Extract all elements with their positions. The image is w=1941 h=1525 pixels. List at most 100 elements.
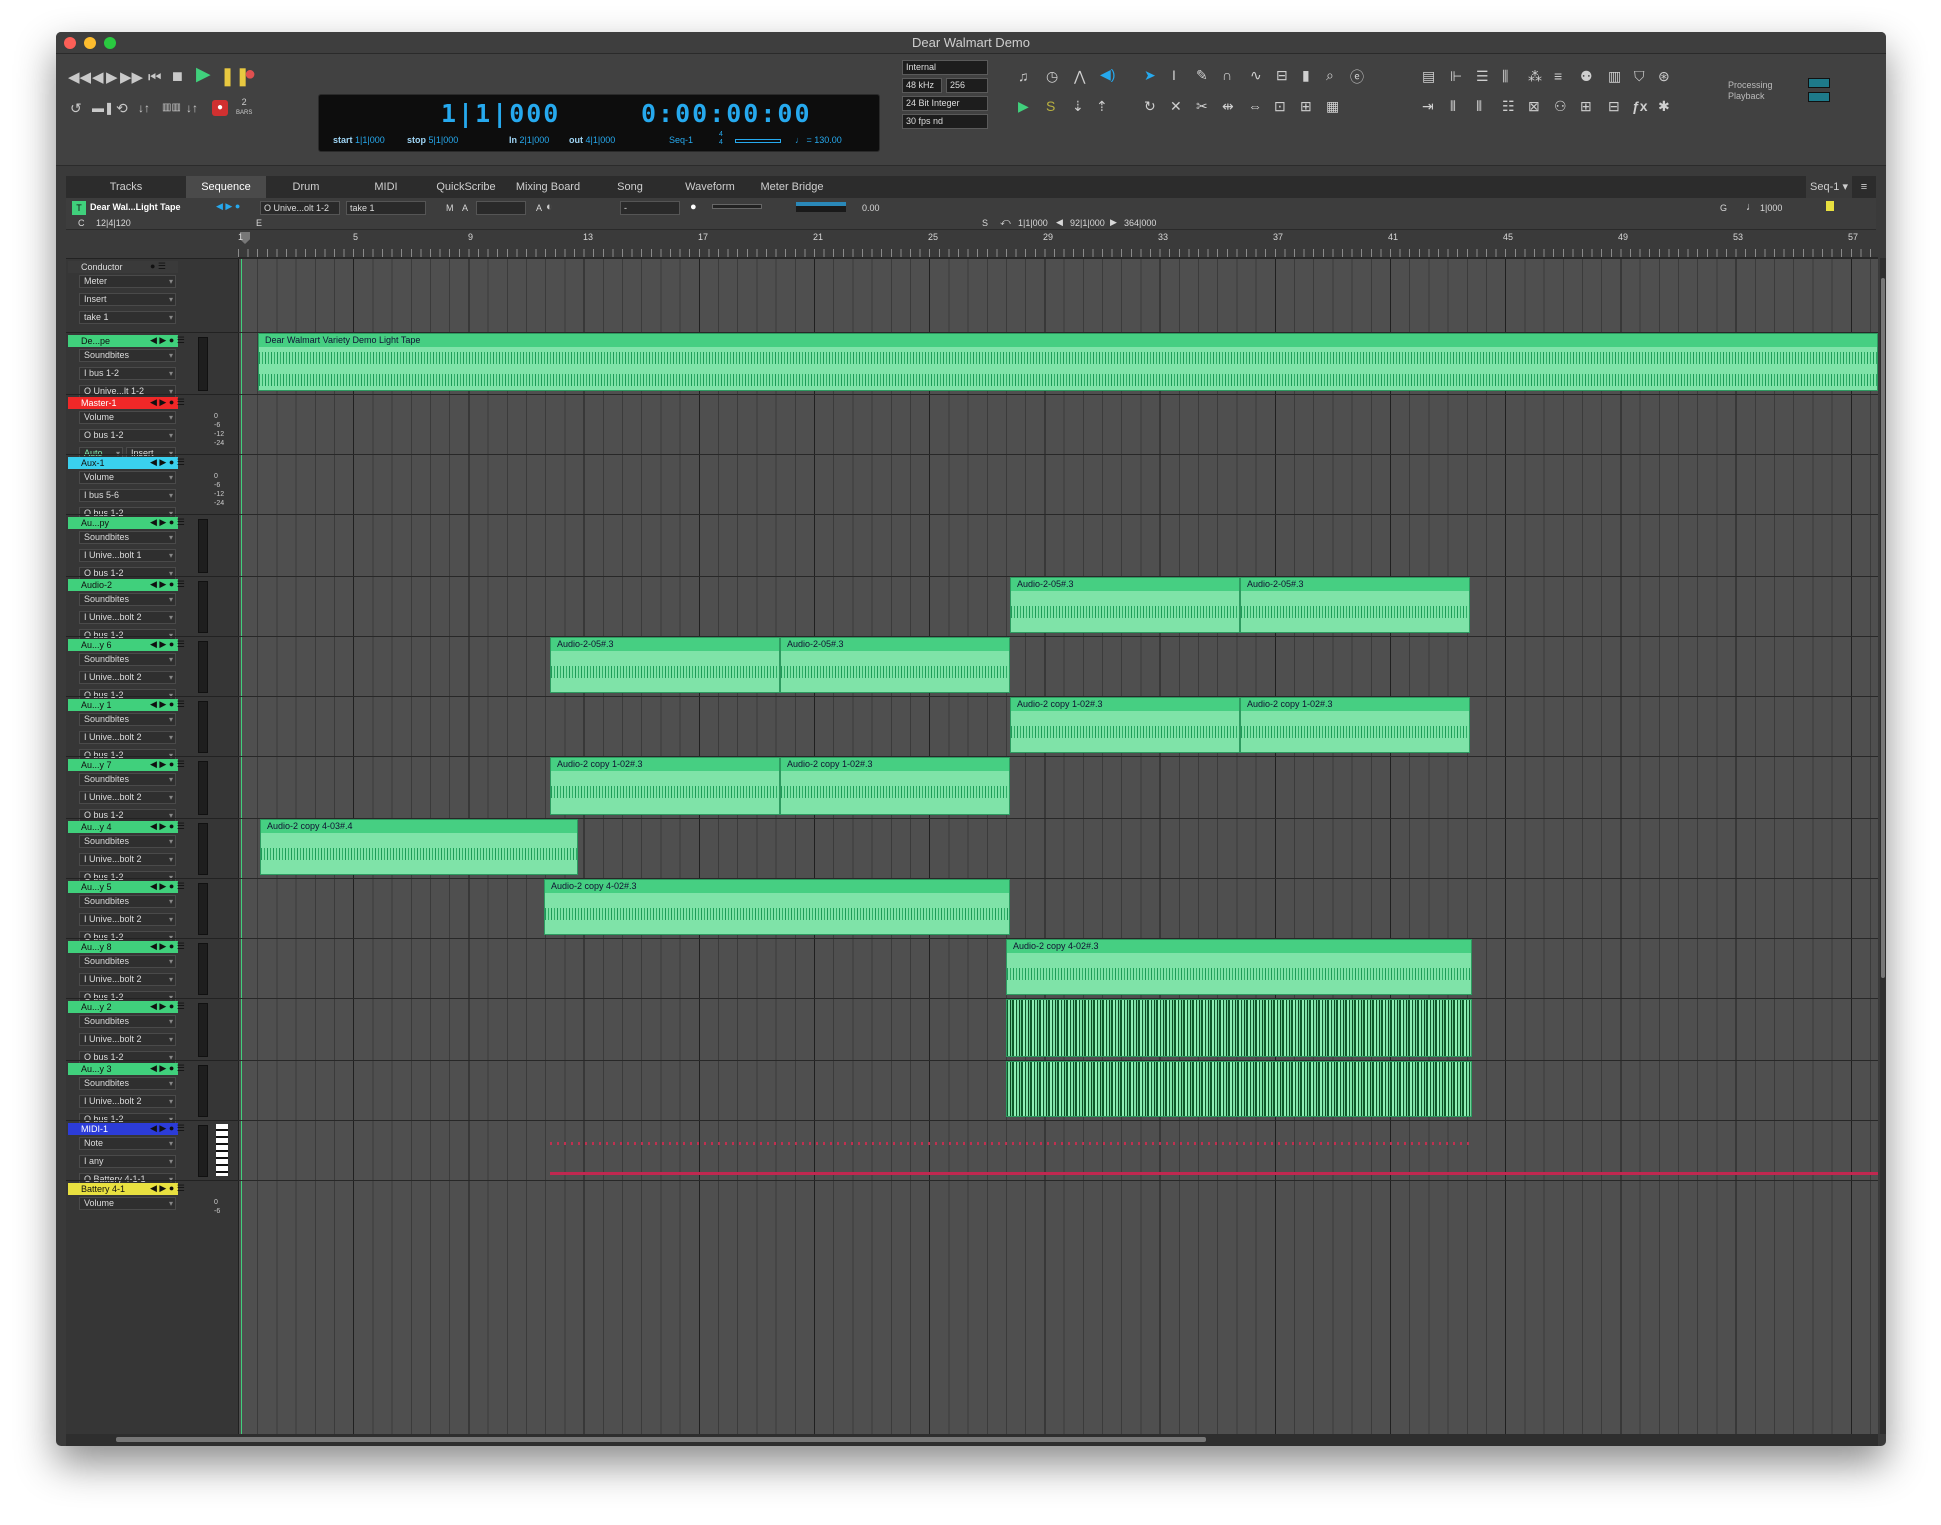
track-lane[interactable]: [238, 1180, 1878, 1220]
track-slot[interactable]: Meter: [79, 275, 176, 288]
tab-mixing-board[interactable]: Mixing Board: [506, 176, 590, 198]
locate-icon[interactable]: ⤺: [1000, 217, 1011, 228]
auto-label[interactable]: A: [462, 203, 468, 213]
punch-icon[interactable]: ▬❚: [92, 100, 114, 116]
track-row[interactable]: Au...py◀ ▶ ● ☰SoundbitesI Unive...bolt 1…: [66, 514, 238, 580]
mute-label[interactable]: M: [446, 203, 454, 213]
play-cursor-icon[interactable]: ▶: [1018, 98, 1029, 115]
track-row[interactable]: Au...y 2◀ ▶ ● ☰SoundbitesI Unive...bolt …: [66, 998, 238, 1064]
sample-rate[interactable]: 48 kHz: [902, 78, 942, 93]
track-slot[interactable]: Volume: [79, 411, 176, 424]
audio-clip[interactable]: Audio-2 copy 4-03#.4: [260, 819, 578, 875]
track-row[interactable]: Conductor● ☰MeterInserttake 1: [66, 258, 238, 332]
pointer-tool-icon[interactable]: ➤: [1144, 67, 1156, 84]
sub-counter[interactable]: 0:00:00:00: [641, 99, 812, 128]
solo-icon[interactable]: S: [1046, 98, 1055, 114]
track-row[interactable]: Au...y 1◀ ▶ ● ☰SoundbitesI Unive...bolt …: [66, 696, 238, 762]
track-controls-icon[interactable]: ◀ ▶ ● ☰: [150, 1123, 185, 1134]
zoom-tool-icon[interactable]: ⌕: [1326, 67, 1334, 84]
track-slot[interactable]: Soundbites: [79, 895, 176, 908]
close-window-button[interactable]: [64, 37, 76, 49]
track-row[interactable]: Au...y 8◀ ▶ ● ☰SoundbitesI Unive...bolt …: [66, 938, 238, 1004]
tab-midi[interactable]: MIDI: [346, 176, 426, 198]
track-setting-field[interactable]: [476, 201, 526, 215]
track-controls-icon[interactable]: ◀ ▶ ● ☰: [150, 1001, 185, 1012]
marker-flag-icon[interactable]: [1826, 201, 1834, 211]
undo-icon[interactable]: ↺: [70, 100, 82, 116]
spread-icon[interactable]: ⇹: [1222, 98, 1234, 115]
track-row[interactable]: Aux-1◀ ▶ ● ☰VolumeI bus 5-6O bus 1-20-6-…: [66, 454, 238, 520]
track-row[interactable]: Au...y 7◀ ▶ ● ☰SoundbitesI Unive...bolt …: [66, 756, 238, 822]
curve-tool-icon[interactable]: ∩: [1222, 67, 1232, 83]
track-controls-icon[interactable]: ◀ ▶ ● ☰: [150, 517, 185, 528]
metronome-icon[interactable]: ♫: [1018, 68, 1029, 84]
track-row[interactable]: Au...y 6◀ ▶ ● ☰SoundbitesI Unive...bolt …: [66, 636, 238, 702]
audio-clip[interactable]: Audio-2 copy 1-02#.3: [780, 757, 1010, 815]
quantize-icon[interactable]: ▦: [1326, 98, 1339, 115]
minimize-window-button[interactable]: [84, 37, 96, 49]
zoom-window-button[interactable]: [104, 37, 116, 49]
track-slot[interactable]: I Unive...bolt 2: [79, 731, 176, 744]
track-slot[interactable]: Soundbites: [79, 1077, 176, 1090]
audio-clip[interactable]: Audio-2-05#.3: [1010, 577, 1240, 633]
buffer-size[interactable]: 256: [946, 78, 988, 93]
track-controls-icon[interactable]: ◀ ▶ ● ☰: [150, 457, 185, 468]
redo-icon[interactable]: ↻: [1144, 98, 1156, 115]
grid-value[interactable]: 1|000: [1760, 203, 1782, 213]
track-row[interactable]: De...pe◀ ▶ ● ☰SoundbitesI bus 1-2O Unive…: [66, 332, 238, 398]
track-controls-icon[interactable]: ◀ ▶ ● ☰: [150, 941, 185, 952]
track-slot[interactable]: I Unive...bolt 2: [79, 671, 176, 684]
audition-tool-icon[interactable]: ⓔ: [1350, 67, 1364, 87]
track-slot[interactable]: O bus 1-2: [79, 429, 176, 442]
count-in-icon[interactable]: ↓↑: [186, 100, 198, 116]
main-counter[interactable]: 1|1|000: [441, 99, 560, 128]
track-controls-icon[interactable]: ◀ ▶ ● ☰: [150, 759, 185, 770]
bit-depth[interactable]: 24 Bit Integer: [902, 96, 988, 111]
list-icon[interactable]: ≡: [1554, 68, 1562, 84]
offset-field[interactable]: -: [620, 201, 680, 215]
e-label[interactable]: E: [256, 218, 262, 228]
merge-icon[interactable]: ⇔: [1248, 98, 1262, 114]
track-lane[interactable]: [238, 258, 1878, 332]
audio-clip[interactable]: Audio-2 copy 1-02#.3: [550, 757, 780, 815]
settings-icon[interactable]: ✱: [1658, 98, 1670, 115]
clock-source[interactable]: Internal: [902, 60, 988, 75]
track-controls-icon[interactable]: ◀ ▶ ● ☰: [150, 579, 185, 590]
track-lane[interactable]: [238, 514, 1878, 576]
track-slot[interactable]: Soundbites: [79, 955, 176, 968]
audio-clip[interactable]: Audio-2-05#.3: [780, 637, 1010, 693]
track-lane[interactable]: [238, 1120, 1878, 1180]
track-slot[interactable]: Soundbites: [79, 1015, 176, 1028]
pan-knob-icon[interactable]: ◐: [546, 201, 553, 213]
sequence-menu[interactable]: Seq-1 ▾: [1806, 176, 1852, 198]
track-type-badge[interactable]: T: [72, 201, 86, 215]
tab-tracks[interactable]: Tracks: [66, 176, 186, 198]
track-controls-icon[interactable]: ◀ ▶ ● ☰: [150, 397, 185, 408]
audio-clip[interactable]: Audio-2-05#.3: [1240, 577, 1470, 633]
marker-icon[interactable]: ⛉: [1634, 68, 1645, 85]
return-to-zero-button[interactable]: ⏮: [148, 70, 162, 86]
track-slot[interactable]: Soundbites: [79, 835, 176, 848]
audio-clip[interactable]: Audio-2 copy 1-02#.3: [1240, 697, 1470, 753]
tempo-slider[interactable]: [735, 139, 781, 143]
sequence-options-icon[interactable]: ≡: [1854, 176, 1874, 198]
track-slot[interactable]: I bus 1-2: [79, 367, 176, 380]
frame-rate[interactable]: 30 fps nd: [902, 114, 988, 129]
track-slot[interactable]: Note: [79, 1137, 176, 1150]
auto-mode-label[interactable]: A: [536, 203, 542, 213]
track-slot[interactable]: Soundbites: [79, 531, 176, 544]
record-arm-icon[interactable]: ●: [212, 100, 228, 116]
track-row[interactable]: Au...y 5◀ ▶ ● ☰SoundbitesI Unive...bolt …: [66, 878, 238, 944]
tab-sequence[interactable]: Sequence: [186, 176, 266, 198]
track-row[interactable]: Master-1◀ ▶ ● ☰VolumeO bus 1-2AutoInsert…: [66, 394, 238, 460]
track-slot[interactable]: I Unive...bolt 2: [79, 791, 176, 804]
step-back-button[interactable]: ◀: [92, 70, 104, 86]
delete-icon[interactable]: ✕: [1170, 98, 1182, 115]
track-slot[interactable]: I Unive...bolt 2: [79, 853, 176, 866]
mute-tool-icon[interactable]: ▮: [1302, 67, 1310, 84]
volume-knob-icon[interactable]: ●: [690, 201, 697, 213]
effects-icon[interactable]: ƒx: [1632, 98, 1648, 114]
track-slot[interactable]: I Unive...bolt 2: [79, 913, 176, 926]
track-controls-icon[interactable]: ◀ ▶ ● ☰: [150, 699, 185, 710]
track-slot[interactable]: I Unive...bolt 2: [79, 973, 176, 986]
